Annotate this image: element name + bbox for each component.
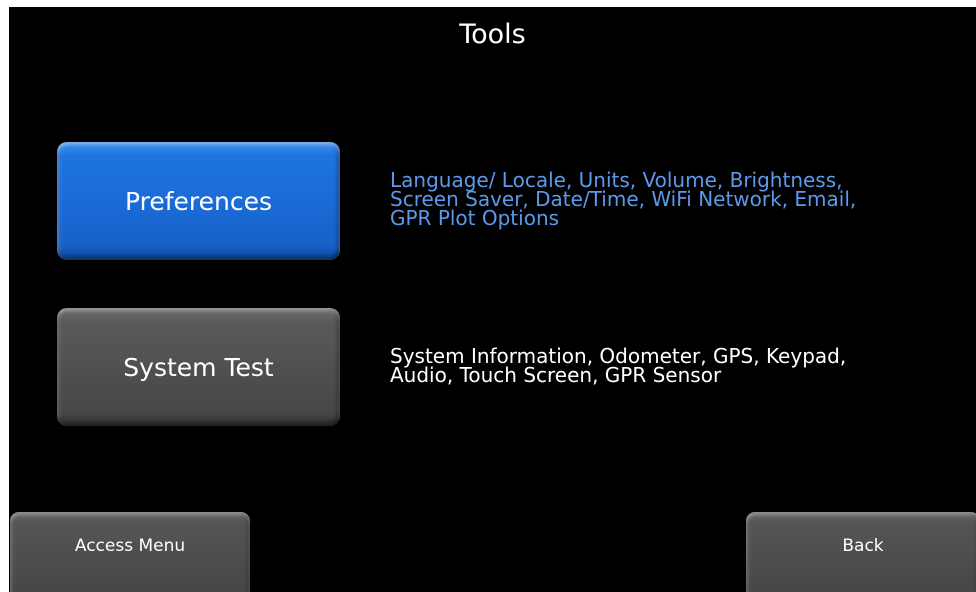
system-test-description: System Information, Odometer, GPS, Keypa… (390, 346, 950, 387)
preferences-button-label: Preferences (124, 186, 273, 216)
preferences-description-line: GPR Plot Options (390, 206, 560, 230)
system-test-button-label: System Test (123, 352, 274, 382)
system-test-description-line: Audio, Touch Screen, GPR Sensor (390, 363, 722, 387)
system-test-button[interactable]: System Test (57, 308, 340, 426)
access-menu-button[interactable]: Access Menu (10, 512, 250, 592)
preferences-description: Language/ Locale, Units, Volume, Brightn… (390, 170, 950, 230)
tools-screen: Tools Preferences Language/ Locale, Unit… (9, 7, 976, 592)
back-button[interactable]: Back (746, 512, 976, 592)
preferences-button[interactable]: Preferences (57, 142, 340, 260)
access-menu-label: Access Menu (74, 536, 186, 556)
page-title: Tools (459, 19, 526, 50)
back-label: Back (842, 536, 884, 556)
